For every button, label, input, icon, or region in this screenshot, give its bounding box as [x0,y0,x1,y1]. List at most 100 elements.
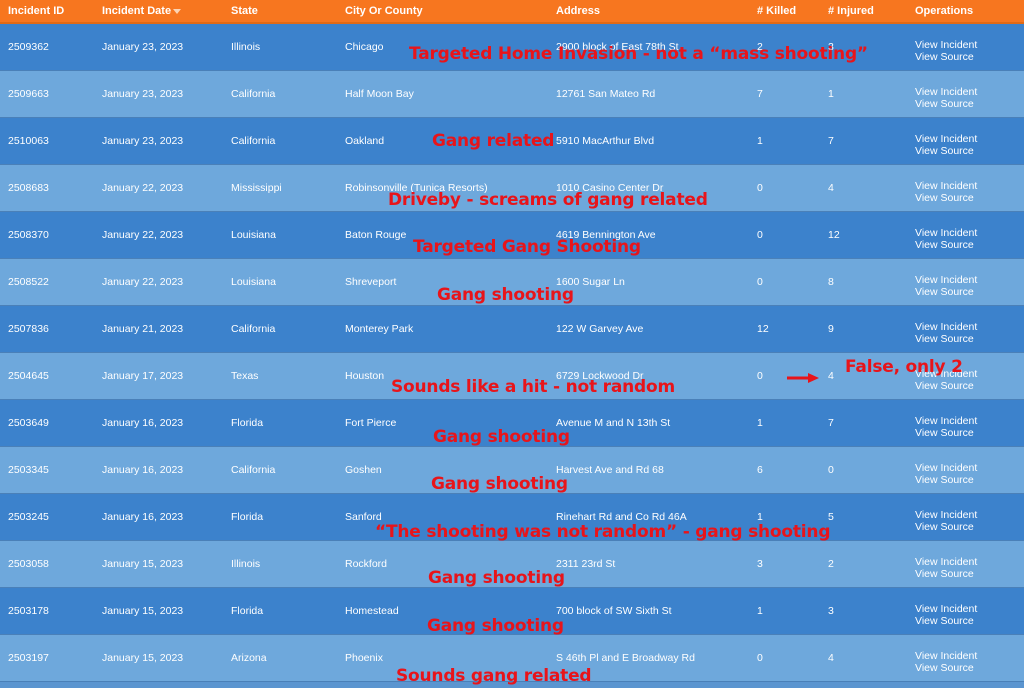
state-cell: Texas [231,370,259,382]
operations-cell: View Incident View Source [915,39,977,63]
incident-id-cell: 2509663 [8,88,49,100]
view-source-link[interactable]: View Source [915,145,977,157]
view-source-link[interactable]: View Source [915,474,977,486]
annotation-text: Gang shooting [428,568,565,588]
view-source-link[interactable]: View Source [915,568,977,580]
view-incident-link[interactable]: View Incident [915,462,977,474]
killed-cell: 6 [757,464,763,476]
address-cell: 2311 23rd St [556,558,616,570]
incident-id-cell: 2503345 [8,464,49,476]
incident-date-cell: January 17, 2023 [102,370,184,382]
view-source-link[interactable]: View Source [915,521,977,533]
view-incident-link[interactable]: View Incident [915,180,977,192]
table-row: 2507836 January 21, 2023 California Montere… [0,306,1024,353]
incident-id-cell: 2508522 [8,276,49,288]
state-cell: Florida [231,605,264,617]
incident-date-cell: January 22, 2023 [102,182,184,194]
city-cell: Monterey Park [345,323,414,335]
annotation-text: False, only 2 [845,357,963,377]
header-address[interactable]: Address [556,5,600,17]
incident-date-cell: January 16, 2023 [102,511,184,523]
address-cell: Harvest Ave and Rd 68 [556,464,664,476]
header-incident-date[interactable]: Incident Date [102,5,182,17]
view-incident-link[interactable]: View Incident [915,133,977,145]
injured-cell: 4 [828,182,834,194]
state-cell: California [231,323,276,335]
annotation-text: Gang shooting [433,427,570,447]
address-cell: 700 block of SW Sixth St [556,605,672,617]
city-cell: Rockford [345,558,388,570]
view-source-link[interactable]: View Source [915,192,977,204]
view-incident-link[interactable]: View Incident [915,274,977,286]
operations-cell: View Incident View Source [915,86,977,110]
city-cell: Homestead [345,605,399,617]
view-source-link[interactable]: View Source [915,98,977,110]
killed-cell: 0 [757,370,763,382]
incident-id-cell: 2503178 [8,605,49,617]
incident-date-cell: January 15, 2023 [102,605,184,617]
view-source-link[interactable]: View Source [915,286,977,298]
incident-id-cell: 2503197 [8,652,49,664]
incident-id-cell: 2504645 [8,370,49,382]
incident-id-cell: 2508370 [8,229,49,241]
sort-desc-icon [173,8,182,14]
injured-cell: 7 [828,417,834,429]
incident-date-cell: January 22, 2023 [102,229,184,241]
view-source-link[interactable]: View Source [915,615,977,627]
view-incident-link[interactable]: View Incident [915,86,977,98]
injured-cell: 9 [828,323,834,335]
header-killed[interactable]: # Killed [757,5,796,17]
annotation-text: Sounds gang related [396,666,592,686]
view-source-link[interactable]: View Source [915,333,977,345]
address-cell: 122 W Garvey Ave [556,323,644,335]
view-source-link[interactable]: View Source [915,662,977,674]
incident-date-cell: January 16, 2023 [102,464,184,476]
state-cell: California [231,464,276,476]
operations-cell: View Incident View Source [915,180,977,204]
killed-cell: 3 [757,558,763,570]
city-cell: Shreveport [345,276,397,288]
killed-cell: 1 [757,417,763,429]
address-cell: 5910 MacArthur Blvd [556,135,655,147]
city-cell: Goshen [345,464,382,476]
killed-cell: 0 [757,276,763,288]
view-incident-link[interactable]: View Incident [915,650,977,662]
view-source-link[interactable]: View Source [915,427,977,439]
view-incident-link[interactable]: View Incident [915,603,977,615]
state-cell: Mississippi [231,182,282,194]
header-incident-id[interactable]: Incident ID [8,5,64,17]
killed-cell: 12 [757,323,769,335]
view-source-link[interactable]: View Source [915,380,977,392]
incident-id-cell: 2503245 [8,511,49,523]
annotation-text: Gang shooting [427,616,564,636]
state-cell: California [231,135,276,147]
header-city-or-county[interactable]: City Or County [345,5,423,17]
view-incident-link[interactable]: View Incident [915,415,977,427]
header-injured[interactable]: # Injured [828,5,874,17]
city-cell: Oakland [345,135,385,147]
incident-date-cell: January 21, 2023 [102,323,184,335]
view-incident-link[interactable]: View Incident [915,556,977,568]
state-cell: Florida [231,511,264,523]
annotation-text: Gang shooting [431,474,568,494]
city-cell: Phoenix [345,652,383,664]
annotation-text: Targeted Home Invasion - not a “mass sho… [409,44,868,64]
operations-cell: View Incident View Source [915,556,977,580]
view-incident-link[interactable]: View Incident [915,39,977,51]
view-source-link[interactable]: View Source [915,51,977,63]
incident-date-cell: January 23, 2023 [102,88,184,100]
incident-id-cell: 2508683 [8,182,49,194]
view-incident-link[interactable]: View Incident [915,509,977,521]
view-source-link[interactable]: View Source [915,239,977,251]
killed-cell: 1 [757,605,763,617]
table-row: 2509663 January 23, 2023 California Half Mo… [0,71,1024,118]
view-incident-link[interactable]: View Incident [915,321,977,333]
header-state[interactable]: State [231,5,258,17]
city-cell: Chicago [345,41,384,53]
view-incident-link[interactable]: View Incident [915,227,977,239]
injured-cell: 3 [828,605,834,617]
incident-date-cell: January 15, 2023 [102,558,184,570]
incident-id-cell: 2510063 [8,135,49,147]
city-cell: Fort Pierce [345,417,397,429]
killed-cell: 7 [757,88,763,100]
